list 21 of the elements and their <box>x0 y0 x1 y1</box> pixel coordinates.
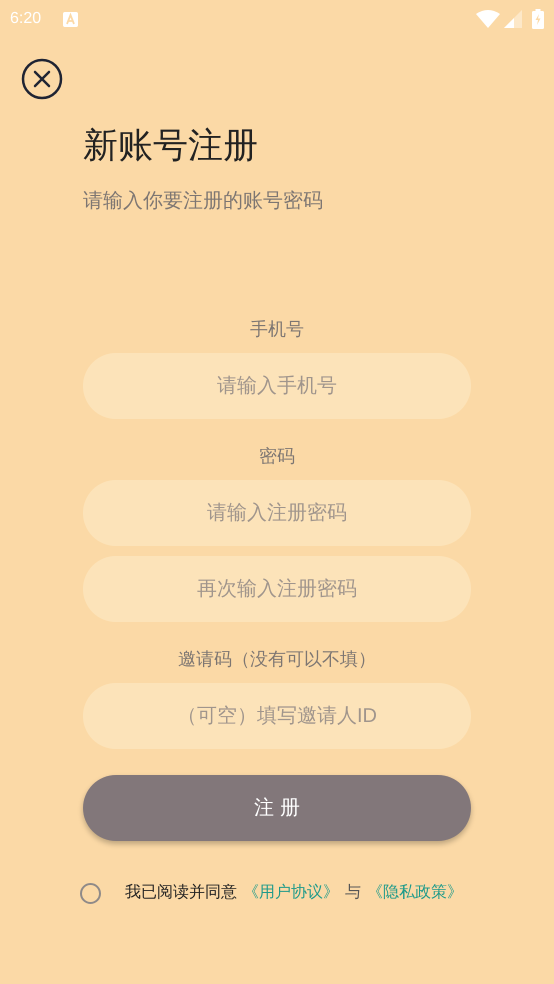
input-field[interactable]: 再次输入注册密码 <box>83 556 471 622</box>
battery-icon <box>532 9 544 29</box>
input-field[interactable]: 请输入注册密码 <box>83 480 471 546</box>
field-label: 手机号 <box>250 318 304 341</box>
close-button[interactable] <box>21 58 63 100</box>
joiner-text: 与 <box>345 882 361 903</box>
status-time: 6:20 <box>10 9 42 29</box>
page-title: 新账号注册 <box>83 125 259 167</box>
agreement-text: 我已阅读并同意 <box>125 882 237 903</box>
notification-icon <box>63 12 78 26</box>
input-field[interactable]: （可空）填写邀请人ID <box>83 683 471 749</box>
wifi-icon <box>476 10 500 28</box>
privacy-policy-link[interactable]: 《隐私政策》 <box>367 881 463 905</box>
page-subtitle: 请输入你要注册的账号密码 <box>83 189 324 214</box>
user-agreement-link[interactable]: 《用户协议》 <box>243 881 339 905</box>
input-field[interactable]: 请输入手机号 <box>83 353 471 419</box>
register-button[interactable]: 注 册 <box>83 775 471 841</box>
signal-icon <box>504 10 522 28</box>
agreement-checkbox[interactable] <box>80 882 101 904</box>
field-label: 邀请码（没有可以不填） <box>178 648 376 671</box>
field-label: 密码 <box>259 445 295 468</box>
